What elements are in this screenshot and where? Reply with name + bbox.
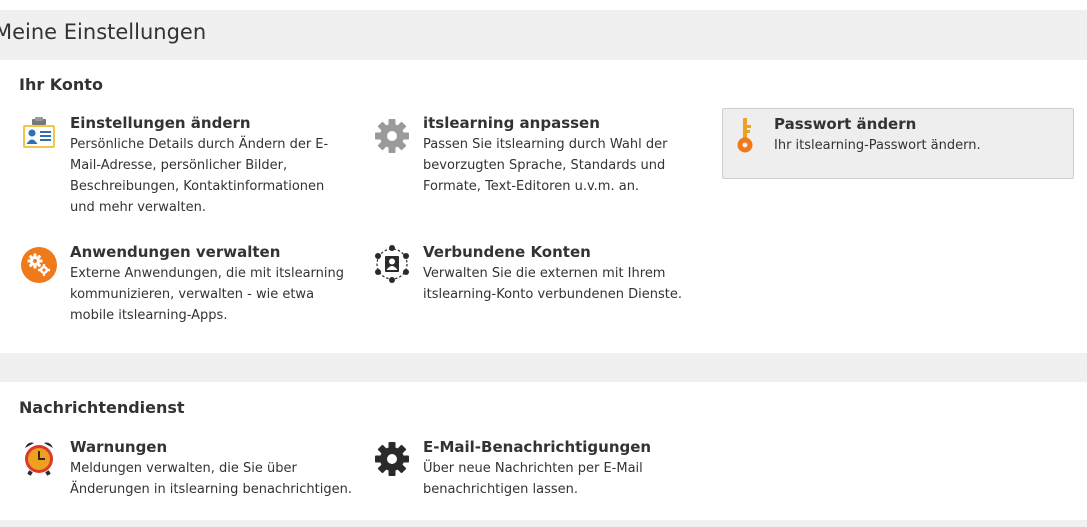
section-heading-account: Ihr Konto (19, 75, 103, 94)
card-description: Über neue Nachrichten per E-Mail benachr… (423, 461, 643, 497)
card-title: itslearning anpassen (423, 114, 600, 132)
alarm-clock-icon (19, 438, 59, 478)
card-change-password[interactable]: Passwort ändern Ihr itslearning-Passwort… (722, 108, 1074, 179)
section-divider (0, 353, 1087, 382)
page-header: Meine Einstellungen (0, 10, 1087, 60)
card-email-notifications[interactable]: E-Mail-Benachrichtigungen Über neue Nach… (372, 436, 702, 506)
footer-band (0, 520, 1087, 527)
card-title: E-Mail-Benachrichtigungen (423, 438, 652, 456)
card-description: Ihr itslearning-Passwort ändern. (774, 138, 981, 153)
gear-icon (372, 439, 412, 479)
card-title: Passwort ändern (774, 115, 917, 133)
card-title: Verbundene Konten (423, 243, 591, 261)
card-customize-itslearning[interactable]: itslearning anpassen Passen Sie itslearn… (372, 112, 692, 202)
card-manage-applications[interactable]: Anwendungen verwalten Externe Anwendunge… (19, 241, 349, 331)
card-title: Anwendungen verwalten (70, 243, 281, 261)
card-connected-accounts[interactable]: Verbundene Konten Verwalten Sie die exte… (372, 241, 702, 311)
card-change-settings[interactable]: Einstellungen ändern Persönliche Details… (19, 112, 349, 222)
card-alerts[interactable]: Warnungen Meldungen verwalten, die Sie ü… (19, 436, 359, 506)
app-gears-icon (19, 245, 59, 285)
id-card-icon (19, 116, 59, 156)
card-description: Passen Sie itslearning durch Wahl der be… (423, 137, 668, 194)
card-description: Persönliche Details durch Ändern der E-M… (70, 137, 329, 215)
card-title: Warnungen (70, 438, 168, 456)
section-heading-messaging: Nachrichtendienst (19, 398, 185, 417)
key-icon (725, 115, 765, 155)
card-description: Externe Anwendungen, die mit itslearning… (70, 266, 344, 323)
card-title: Einstellungen ändern (70, 114, 251, 132)
network-user-icon (372, 244, 412, 284)
gear-icon (372, 116, 412, 156)
page-title: Meine Einstellungen (0, 20, 207, 44)
card-description: Meldungen verwalten, die Sie über Änderu… (70, 461, 352, 497)
card-description: Verwalten Sie die externen mit Ihrem its… (423, 266, 682, 302)
